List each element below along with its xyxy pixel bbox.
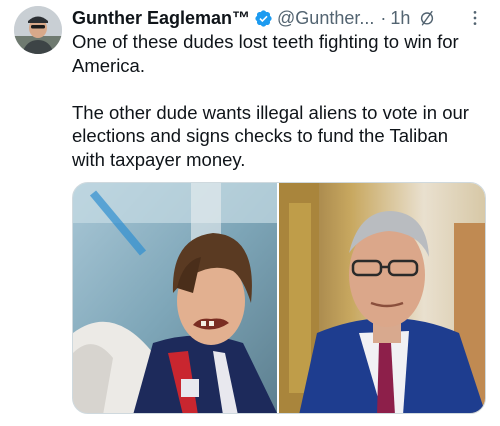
avatar-image — [14, 6, 62, 54]
tweet-paragraph-1: One of these dudes lost teeth fighting t… — [72, 31, 459, 76]
photo-politician-image — [279, 183, 485, 413]
tweet-text: One of these dudes lost teeth fighting t… — [72, 30, 486, 172]
separator-dot: · — [380, 8, 387, 28]
more-button[interactable] — [464, 7, 486, 29]
media-grid — [72, 182, 486, 414]
photo-hockey-player[interactable] — [73, 183, 277, 413]
photo-hockey-player-image — [73, 183, 277, 413]
more-dots-icon — [473, 11, 477, 25]
photo-politician[interactable] — [279, 183, 485, 413]
grok-slash-icon[interactable] — [418, 9, 436, 27]
display-name[interactable]: Gunther Eagleman™ — [72, 7, 250, 29]
tweet-header: Gunther Eagleman™ @Gunther... · 1h — [72, 7, 486, 29]
avatar[interactable] — [14, 6, 62, 54]
verified-badge-icon[interactable] — [254, 9, 273, 28]
timestamp[interactable]: 1h — [390, 7, 410, 29]
tweet-paragraph-2: The other dude wants illegal aliens to v… — [72, 101, 469, 170]
tweet[interactable]: Gunther Eagleman™ @Gunther... · 1h One o… — [0, 0, 500, 426]
handle[interactable]: @Gunther... — [277, 7, 374, 29]
